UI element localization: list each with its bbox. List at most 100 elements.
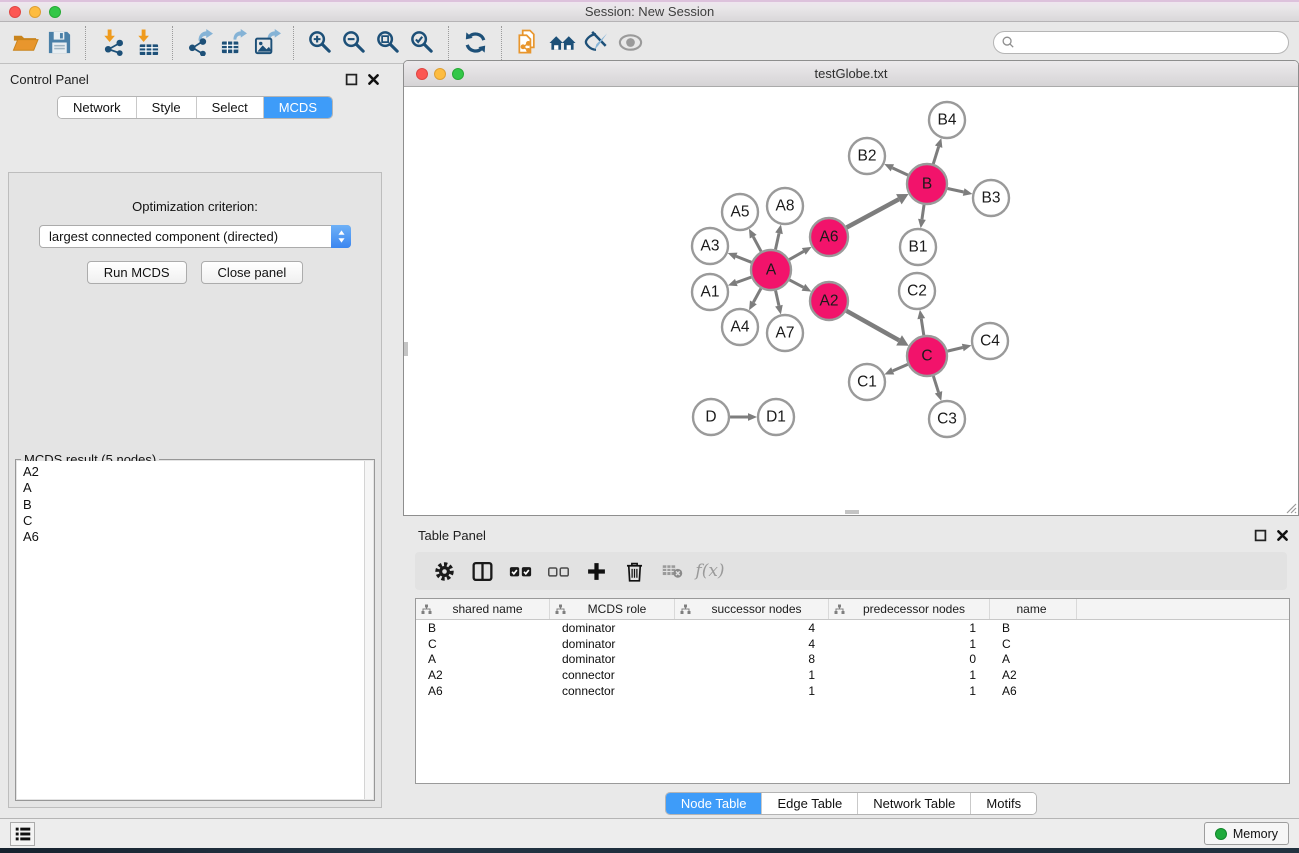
edge-D-D1[interactable] [730, 413, 757, 421]
table-tab-network-table[interactable]: Network Table [858, 793, 971, 814]
table-cell[interactable]: 1 [829, 668, 990, 682]
table-cell[interactable]: 1 [829, 637, 990, 651]
edge-A6-B[interactable] [847, 194, 909, 227]
table-cell[interactable]: 8 [675, 652, 829, 666]
table-cell[interactable]: dominator [550, 621, 675, 635]
edge-B-B4[interactable] [933, 138, 942, 164]
table-cell[interactable]: C [990, 637, 1077, 651]
column-header-name[interactable]: name [990, 599, 1077, 619]
import-table-icon[interactable] [129, 27, 163, 59]
node-A7[interactable]: A7 [767, 315, 803, 351]
table-cell[interactable]: A [990, 652, 1077, 666]
task-history-button[interactable] [10, 822, 35, 846]
node-A1[interactable]: A1 [692, 274, 728, 310]
import-network-icon[interactable] [95, 27, 129, 59]
cybrowser-home-icon[interactable] [545, 27, 579, 59]
node-B1[interactable]: B1 [900, 229, 936, 265]
table-settings-icon[interactable] [425, 555, 463, 587]
edge-C-C4[interactable] [947, 344, 971, 352]
zoom-selected-icon[interactable] [405, 27, 439, 59]
table-cell[interactable]: 0 [829, 652, 990, 666]
node-C2[interactable]: C2 [899, 273, 935, 309]
select-all-icon[interactable] [501, 555, 539, 587]
edge-A-A4[interactable] [749, 288, 761, 310]
function-builder-icon[interactable]: f(x) [691, 555, 729, 587]
table-cell[interactable]: 4 [675, 637, 829, 651]
result-item[interactable]: A2 [17, 464, 373, 480]
table-cell[interactable]: dominator [550, 652, 675, 666]
node-C3[interactable]: C3 [929, 401, 965, 437]
run-mcds-button[interactable]: Run MCDS [87, 261, 187, 284]
edge-A-A2[interactable] [790, 280, 812, 292]
table-row[interactable]: Bdominator41B [416, 620, 1289, 636]
canvas-horizontal-scroll[interactable] [845, 510, 859, 514]
table-cell[interactable]: A6 [416, 684, 550, 698]
node-C1[interactable]: C1 [849, 364, 885, 400]
result-item[interactable]: C [17, 513, 373, 529]
node-B2[interactable]: B2 [849, 138, 885, 174]
table-cell[interactable]: connector [550, 668, 675, 682]
node-C4[interactable]: C4 [972, 323, 1008, 359]
column-visibility-icon[interactable] [463, 555, 501, 587]
criterion-dropdown[interactable]: largest connected component (directed) [39, 225, 351, 248]
network-from-selection-icon[interactable] [511, 27, 545, 59]
tab-network[interactable]: Network [58, 97, 137, 118]
result-item[interactable]: A6 [17, 529, 373, 545]
column-header-successor-nodes[interactable]: successor nodes [675, 599, 829, 619]
edge-B-B2[interactable] [884, 164, 908, 175]
table-cell[interactable]: 4 [675, 621, 829, 635]
graphics-details-icon[interactable] [613, 27, 647, 59]
node-C[interactable]: C [907, 336, 947, 376]
table-cell[interactable]: A6 [990, 684, 1077, 698]
table-cell[interactable]: 1 [829, 621, 990, 635]
table-tab-edge-table[interactable]: Edge Table [762, 793, 858, 814]
network-window-titlebar[interactable]: testGlobe.txt [404, 61, 1298, 87]
edge-B-B3[interactable] [948, 188, 973, 196]
table-cell[interactable]: B [416, 621, 550, 635]
table-cell[interactable]: 1 [675, 684, 829, 698]
table-cell[interactable]: B [990, 621, 1077, 635]
float-table-panel-icon[interactable] [1254, 529, 1267, 542]
table-row[interactable]: Cdominator41C [416, 636, 1289, 652]
edge-C-C3[interactable] [933, 376, 942, 401]
edge-C-C1[interactable] [884, 364, 907, 374]
export-table-icon[interactable] [216, 27, 250, 59]
node-A6[interactable]: A6 [810, 218, 848, 256]
table-row[interactable]: A2connector11A2 [416, 667, 1289, 683]
delete-table-icon[interactable] [653, 555, 691, 587]
refresh-layout-icon[interactable] [458, 27, 492, 59]
table-tab-node-table[interactable]: Node Table [666, 793, 763, 814]
save-session-icon[interactable] [42, 27, 76, 59]
node-B[interactable]: B [907, 164, 947, 204]
deselect-all-icon[interactable] [539, 555, 577, 587]
edge-A-A7[interactable] [775, 290, 783, 314]
edge-A2-C[interactable] [846, 311, 908, 346]
network-canvas[interactable]: B4B2BB3B1A6A8A5A3AA1A2C2A4A7CC4C1C3DD1 [404, 87, 1298, 515]
tab-select[interactable]: Select [197, 97, 264, 118]
zoom-in-icon[interactable] [303, 27, 337, 59]
node-B4[interactable]: B4 [929, 102, 965, 138]
table-cell[interactable]: 1 [829, 684, 990, 698]
table-cell[interactable]: A2 [990, 668, 1077, 682]
node-A8[interactable]: A8 [767, 188, 803, 224]
node-A3[interactable]: A3 [692, 228, 728, 264]
table-row[interactable]: Adominator80A [416, 652, 1289, 668]
toggle-annotations-icon[interactable] [579, 27, 613, 59]
table-cell[interactable]: A [416, 652, 550, 666]
table-tab-motifs[interactable]: Motifs [971, 793, 1036, 814]
table-cell[interactable]: dominator [550, 637, 675, 651]
delete-column-icon[interactable] [615, 555, 653, 587]
add-column-icon[interactable] [577, 555, 615, 587]
canvas-vertical-scroll[interactable] [404, 342, 408, 356]
window-resize-grip[interactable] [1283, 500, 1297, 514]
zoom-fit-icon[interactable] [371, 27, 405, 59]
edge-A-A6[interactable] [789, 247, 811, 260]
mcds-result-list[interactable]: A2ABCA6 [17, 461, 373, 799]
edge-B-B1[interactable] [918, 205, 926, 228]
edge-A-A1[interactable] [728, 277, 751, 286]
column-header-predecessor-nodes[interactable]: predecessor nodes [829, 599, 990, 619]
node-D1[interactable]: D1 [758, 399, 794, 435]
float-panel-icon[interactable] [345, 73, 358, 86]
search-input[interactable] [993, 31, 1289, 54]
column-header-MCDS-role[interactable]: MCDS role [550, 599, 675, 619]
